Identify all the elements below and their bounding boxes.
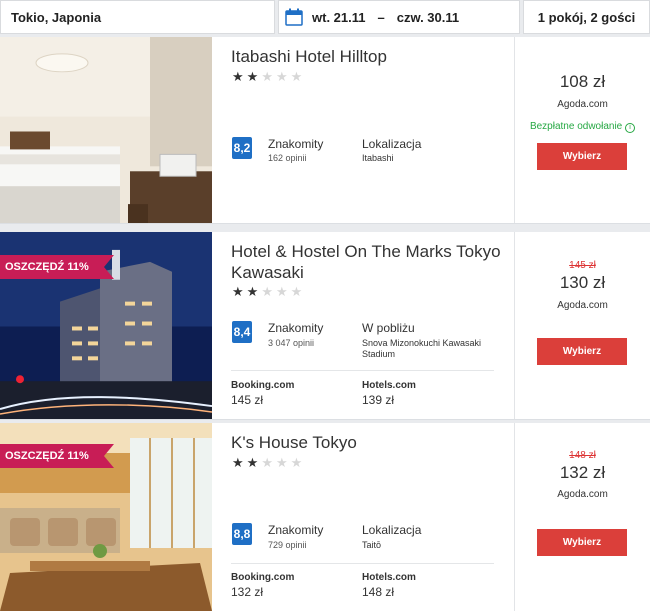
alt-provider-price: 132 zł — [231, 585, 264, 599]
location-label: W pobliżu — [362, 321, 415, 335]
date-from: wt. 21.11 — [312, 9, 366, 25]
location-value: Taitō — [362, 540, 382, 550]
star-rating: ★★★★★ — [232, 455, 305, 471]
alt-provider-name[interactable]: Booking.com — [231, 380, 294, 391]
star-icon: ★ — [290, 284, 306, 299]
star-icon: ★ — [275, 69, 291, 84]
star-icon: ★ — [261, 69, 276, 84]
divider — [231, 370, 494, 371]
alt-provider-price: 148 zł — [362, 585, 395, 599]
alt-provider-price: 145 zł — [231, 393, 264, 407]
price: 132 zł — [559, 463, 606, 482]
discount-ribbon: OSZCZĘDŹ 11% — [0, 255, 114, 279]
star-rating: ★★★★★ — [232, 284, 305, 300]
hotel-info: K's House Tokyo ★★★★★ 8,8 Znakomity 729 … — [212, 423, 515, 611]
date-to: czw. 30.11 — [396, 9, 460, 25]
price: 108 zł — [559, 72, 606, 91]
free-cancellation[interactable]: Bezpłatne odwołanie i — [515, 121, 650, 133]
guests-value: 1 pokój, 2 gości — [537, 9, 636, 25]
price: 130 zł — [559, 273, 606, 292]
location-label: Lokalizacja — [362, 523, 422, 537]
rating-word: Znakomity — [268, 523, 324, 537]
hotel-card[interactable]: Itabashi Hotel Hilltop ★★★★★ 8,2 Znakomi… — [0, 37, 650, 224]
star-icon: ★ — [232, 455, 247, 470]
price-column: 108 zł Agoda.com Bezpłatne odwołanie i W… — [515, 37, 650, 223]
price-column: 145 zł 130 zł Agoda.com Wybierz — [515, 232, 650, 419]
provider-name: Agoda.com — [557, 99, 608, 110]
hotel-photo[interactable] — [0, 37, 212, 223]
star-icon: ★ — [261, 455, 276, 470]
provider-name: Agoda.com — [557, 300, 608, 311]
select-button[interactable]: Wybierz — [537, 143, 627, 170]
alt-provider-name[interactable]: Hotels.com — [362, 380, 416, 391]
hotel-card[interactable]: OSZCZĘDŹ 11% K's House Tokyo ★★★★★ 8,8 Z… — [0, 423, 650, 611]
destination-field[interactable]: Tokio, Japonia — [0, 0, 275, 34]
star-icon: ★ — [275, 455, 291, 470]
alt-provider-name[interactable]: Hotels.com — [362, 572, 416, 583]
divider — [231, 563, 494, 564]
rating-word: Znakomity — [268, 137, 324, 151]
star-icon: ★ — [232, 69, 247, 84]
discount-ribbon: OSZCZĘDŹ 11% — [0, 444, 114, 468]
destination-value: Tokio, Japonia — [11, 9, 102, 25]
hotel-name[interactable]: K's House Tokyo — [231, 432, 511, 453]
review-count[interactable]: 3 047 opinii — [268, 338, 314, 348]
hotel-info: Hotel & Hostel On The Marks Tokyo Kawasa… — [212, 232, 515, 419]
star-icon: ★ — [261, 284, 276, 299]
review-count[interactable]: 162 opinii — [268, 153, 307, 163]
hotel-name[interactable]: Itabashi Hotel Hilltop — [231, 46, 511, 67]
star-icon: ★ — [290, 455, 306, 470]
alt-provider-price: 139 zł — [362, 393, 395, 407]
alt-provider-name[interactable]: Booking.com — [231, 572, 294, 583]
review-score: 8,2 — [232, 137, 252, 159]
free-cancellation-label: Bezpłatne odwołanie — [529, 121, 623, 132]
provider-name: Agoda.com — [557, 489, 608, 500]
date-separator: – — [377, 9, 385, 25]
guests-field[interactable]: 1 pokój, 2 gości — [523, 0, 650, 34]
hotel-info: Itabashi Hotel Hilltop ★★★★★ 8,2 Znakomi… — [212, 37, 515, 223]
location-value: Snova Mizonokuchi Kawasaki Stadium — [362, 338, 482, 359]
star-icon: ★ — [290, 69, 306, 84]
location-label: Lokalizacja — [362, 137, 422, 151]
star-icon: ★ — [246, 284, 262, 299]
review-score: 8,4 — [232, 321, 252, 343]
calendar-icon — [285, 8, 303, 26]
old-price: 148 zł — [569, 450, 596, 461]
star-icon: ★ — [246, 69, 262, 84]
rating-word: Znakomity — [268, 321, 324, 335]
info-icon[interactable]: i — [625, 123, 636, 133]
location-value: Itabashi — [362, 153, 394, 163]
search-bar: Tokio, Japonia wt. 21.11 – czw. 30.11 1 … — [0, 0, 650, 36]
star-icon: ★ — [246, 455, 262, 470]
date-range-field[interactable]: wt. 21.11 – czw. 30.11 — [278, 0, 520, 34]
hotel-card[interactable]: OSZCZĘDŹ 11% Hotel & Hostel On The Marks… — [0, 232, 650, 420]
review-count[interactable]: 729 opinii — [268, 540, 307, 550]
star-icon: ★ — [232, 284, 247, 299]
hotel-name[interactable]: Hotel & Hostel On The Marks Tokyo Kawasa… — [231, 241, 511, 283]
select-button[interactable]: Wybierz — [537, 529, 627, 556]
select-button[interactable]: Wybierz — [537, 338, 627, 365]
old-price: 145 zł — [569, 260, 596, 271]
star-rating: ★★★★★ — [232, 69, 305, 85]
review-score: 8,8 — [232, 523, 252, 545]
price-column: 148 zł 132 zł Agoda.com Wybierz — [515, 423, 650, 611]
star-icon: ★ — [275, 284, 291, 299]
